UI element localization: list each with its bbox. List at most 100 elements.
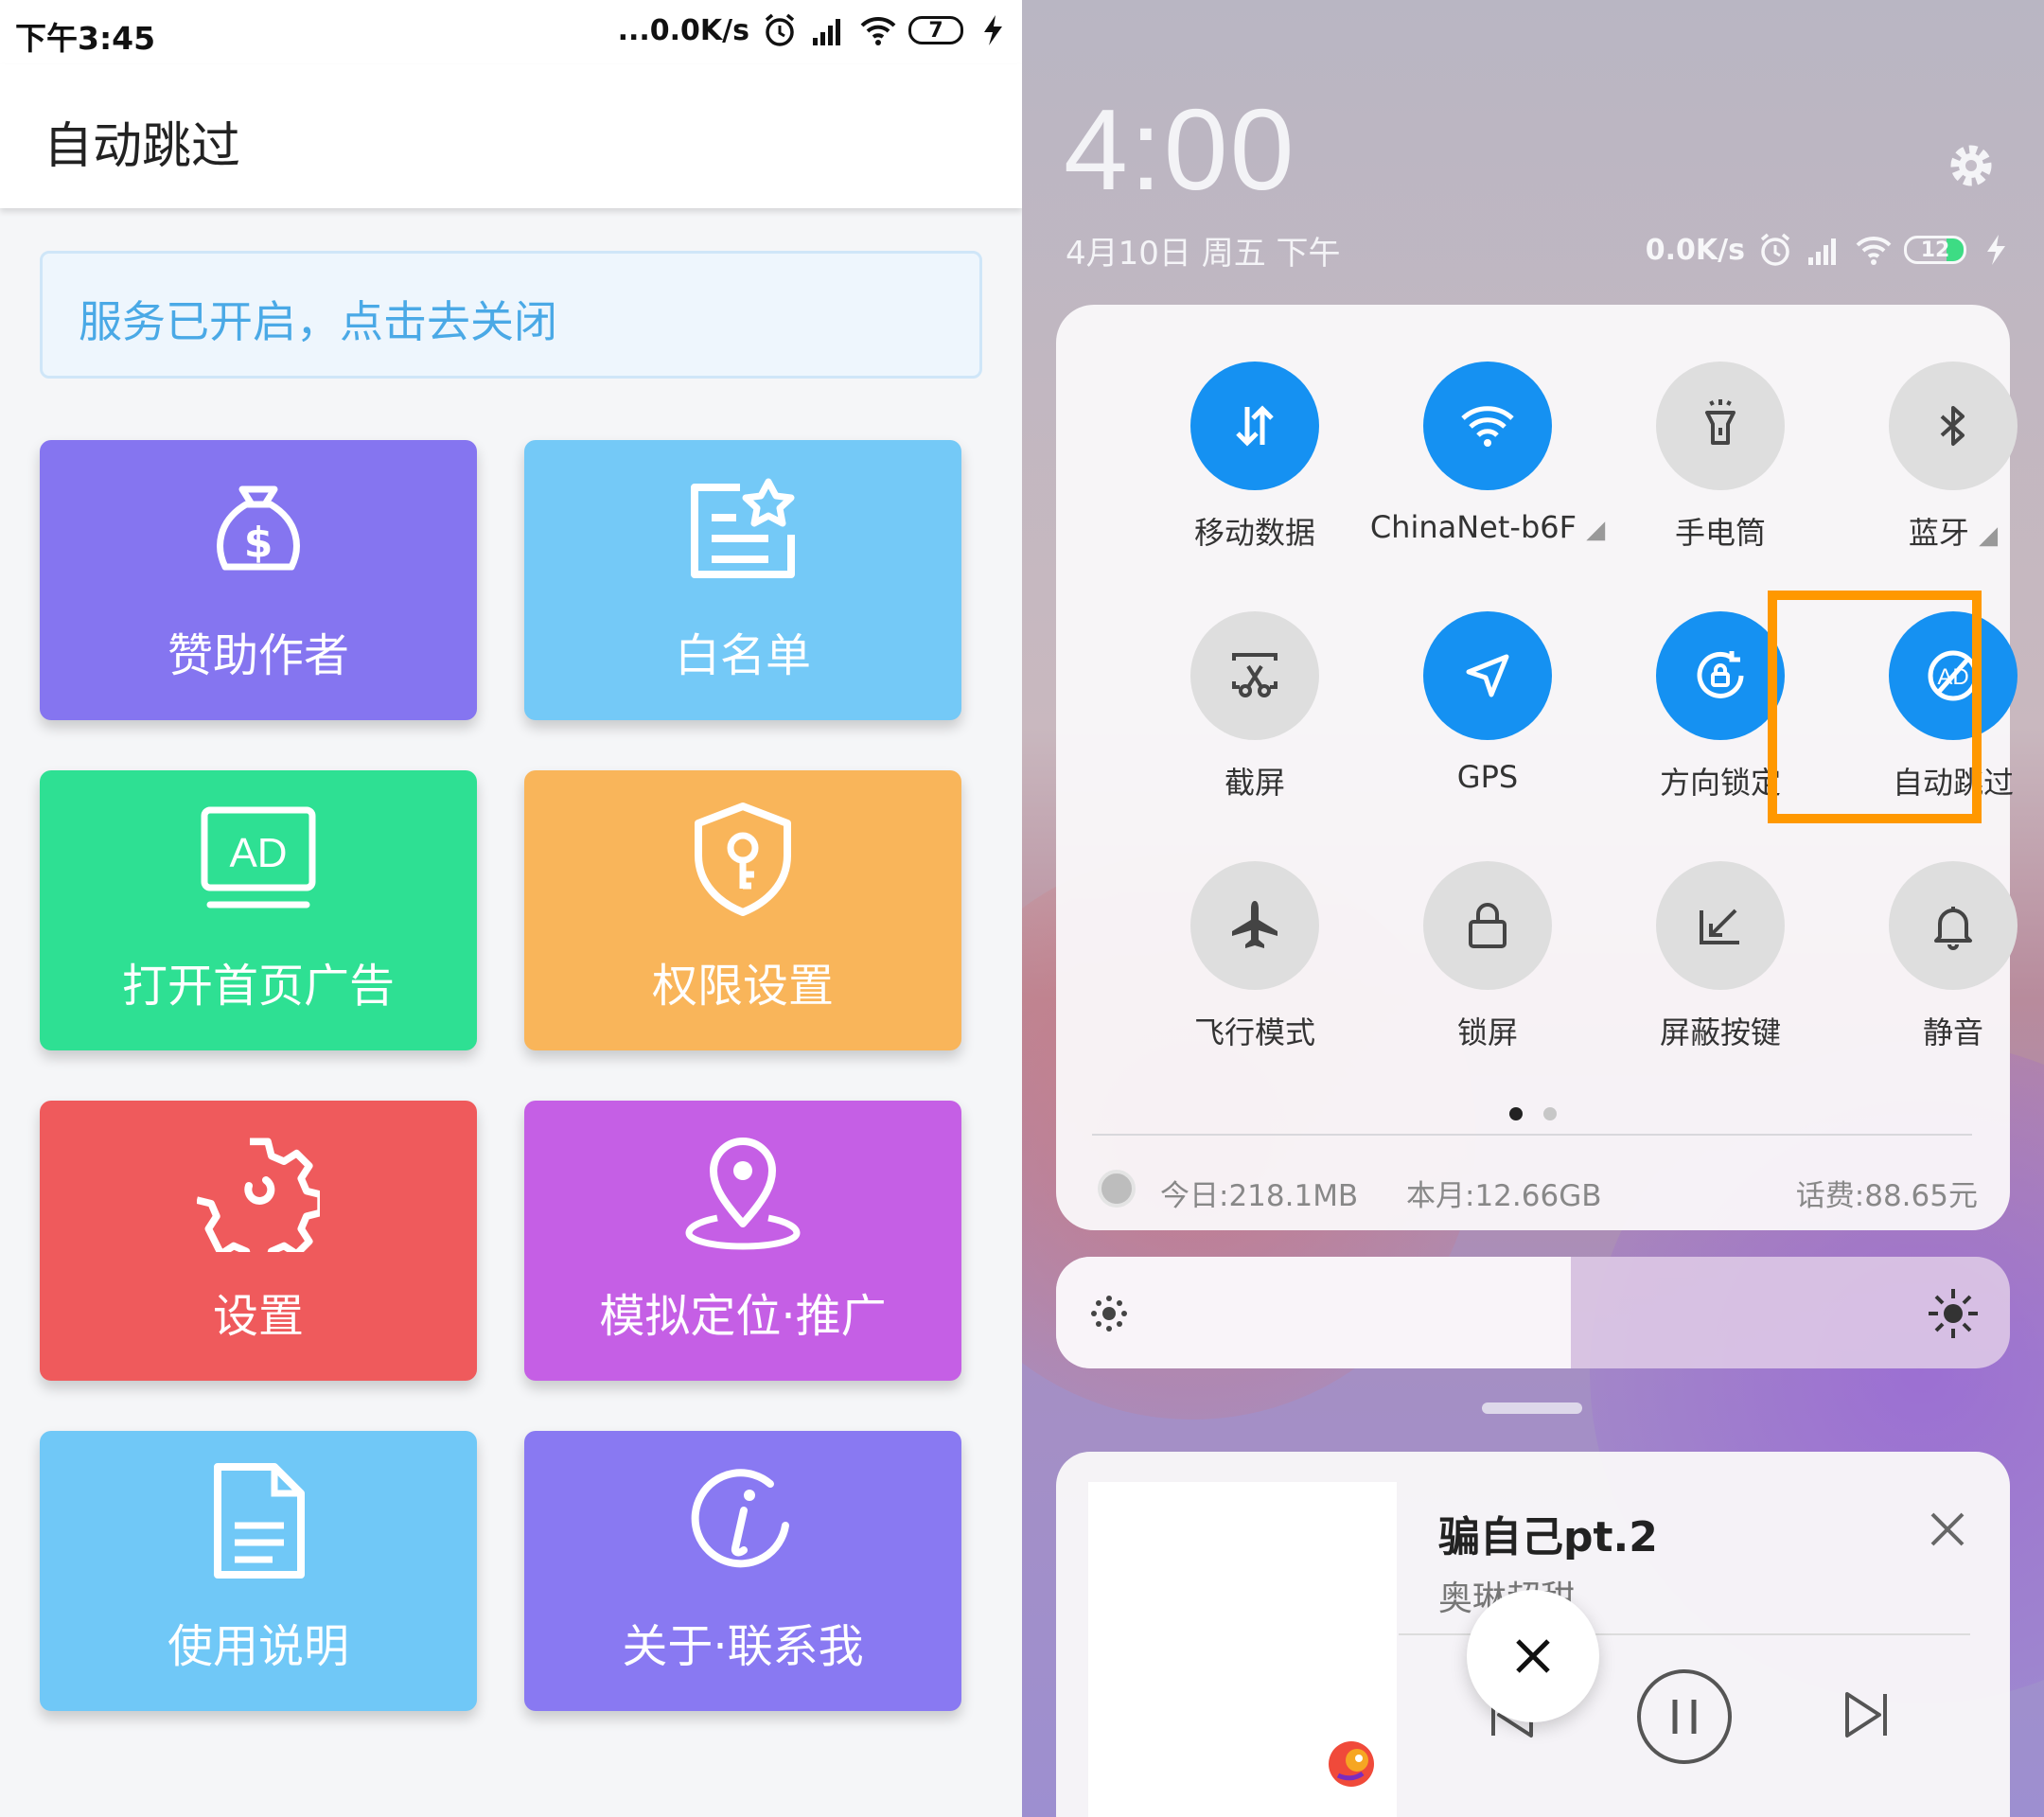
shield-key-icon (695, 803, 791, 916)
data-usage-ring-icon (1098, 1170, 1136, 1208)
data-usage-row[interactable]: 今日:218.1MB 本月:12.66GB 话费:88.65元 (1098, 1164, 1978, 1213)
page-dot (1543, 1107, 1557, 1120)
toggle-label: 移动数据 (1193, 515, 1315, 551)
signal-icon (813, 19, 840, 45)
highlight-box (1768, 591, 1982, 823)
screenshot-icon (1232, 653, 1278, 697)
expand-arrow-icon: ◢ (1979, 521, 1999, 550)
gps-icon (1466, 654, 1509, 697)
toggle-label: 飞行模式 (1193, 1014, 1315, 1050)
document-icon (214, 1463, 305, 1579)
svg-text:$: $ (244, 519, 273, 567)
tile-label: 权限设置 (651, 960, 834, 1013)
status-bar: 下午3:45 ...0.0K/s 7 (0, 0, 1022, 64)
toggle-label: 手电筒 (1674, 515, 1766, 551)
toggle-flashlight[interactable]: 手电筒 (1616, 362, 1824, 589)
today-usage: 今日:218.1MB (1160, 1179, 1359, 1213)
tile-label: 模拟定位·推广 (599, 1290, 887, 1343)
status-indicators: ...0.0K/s 7 (618, 11, 1013, 49)
music-app-logo-icon (1329, 1741, 1374, 1787)
bluetooth-icon (1940, 406, 1965, 446)
settings-gear-icon[interactable] (1944, 138, 1999, 193)
toggle-bluetooth[interactable]: 蓝牙 ◢ (1849, 362, 2044, 589)
bell-icon (1934, 907, 1972, 950)
media-close-icon[interactable] (1927, 1508, 1968, 1550)
pause-icon[interactable] (1635, 1667, 1734, 1766)
ad-icon: AD (201, 806, 316, 908)
toggle-mobile-data[interactable]: 移动数据 (1151, 362, 1359, 589)
tile-label: 使用说明 (167, 1620, 349, 1673)
battery-indicator: 12 (1904, 236, 1966, 264)
date-text: 4月10日 周五 下午 (1066, 235, 1341, 273)
info-icon (691, 1469, 789, 1568)
location-pin-icon (685, 1138, 801, 1250)
alarm-icon (1760, 233, 1790, 266)
toggle-label: GPS (1456, 759, 1519, 795)
toggle-airplane-mode[interactable]: 飞行模式 (1151, 861, 1359, 1088)
brightness-fill (1056, 1257, 1572, 1368)
month-usage: 本月:12.66GB (1406, 1179, 1602, 1213)
toggle-label: 锁屏 (1456, 1014, 1518, 1050)
mobile-data-icon (1236, 405, 1274, 447)
airplane-icon (1232, 901, 1278, 948)
wifi-status-icon (860, 16, 896, 45)
toggle-label: 截屏 (1224, 765, 1285, 801)
wifi-status-icon (1856, 236, 1892, 265)
network-speed: ...0.0K/s (617, 13, 749, 47)
whitelist-tile[interactable]: 白名单 (524, 440, 961, 720)
toggle-label: 静音 (1922, 1014, 1983, 1050)
mock-location-tile[interactable]: 模拟定位·推广 (524, 1101, 961, 1381)
battery-indicator: 7 (908, 16, 963, 44)
clock: 4:00 (1064, 85, 1296, 214)
permission-settings-tile[interactable]: 权限设置 (524, 770, 961, 1050)
status-time: 下午3:45 (15, 20, 156, 57)
lock-icon (1469, 903, 1507, 948)
song-title: 骗自己pt.2 (1438, 1513, 1658, 1561)
brightness-slider[interactable] (1056, 1257, 2010, 1368)
network-speed: 0.0K/s (1645, 233, 1745, 267)
app-screen: 下午3:45 ...0.0K/s 7 自动跳过 服务已开启，点击去关闭 $ 赞助… (0, 0, 1022, 1817)
notification-shade: 4:00 4月10日 周五 下午 0.0K/s 12 移动数据 ChinaNet… (1022, 0, 2044, 1817)
charging-icon (1987, 235, 2005, 265)
alarm-icon (765, 13, 795, 46)
phone-fee: 话费:88.65元 (1795, 1179, 1978, 1213)
album-art (1088, 1482, 1397, 1817)
money-bag-icon: $ (217, 485, 300, 571)
toggle-gps[interactable]: GPS (1383, 611, 1592, 838)
toggle-block-keys[interactable]: 屏蔽按键 (1616, 861, 1824, 1088)
charging-icon (984, 15, 1002, 45)
service-status-button[interactable]: 服务已开启，点击去关闭 (40, 251, 982, 379)
usage-guide-tile[interactable]: 使用说明 (40, 1431, 477, 1711)
signal-icon (1808, 238, 1836, 265)
page-title: 自动跳过 (44, 118, 241, 175)
page-dot-active (1509, 1107, 1523, 1120)
service-status-text: 服务已开启，点击去关闭 (79, 296, 557, 347)
divider (1092, 1134, 1972, 1136)
app-bar: 自动跳过 (0, 64, 1022, 208)
toggle-wifi[interactable]: ChinaNet-b6F ◢ (1370, 362, 1605, 589)
svg-text:AD: AD (229, 830, 287, 876)
toggle-mute[interactable]: 静音 (1849, 861, 2044, 1088)
shade-status-indicators: 0.0K/s 12 (1646, 231, 2016, 269)
flashlight-icon (1705, 399, 1736, 445)
drag-handle[interactable] (1482, 1402, 1582, 1414)
rotation-lock-icon (1697, 651, 1744, 698)
whitelist-icon (691, 478, 795, 578)
floating-close-button[interactable] (1467, 1590, 1599, 1722)
toggle-label: 屏蔽按键 (1659, 1014, 1781, 1050)
toggle-label: 蓝牙 ◢ (1908, 515, 1999, 551)
gear-icon (197, 1138, 320, 1252)
sponsor-author-tile[interactable]: $ 赞助作者 (40, 440, 477, 720)
tile-label: 关于·联系我 (622, 1620, 864, 1673)
brightness-high-icon (1929, 1289, 1978, 1338)
toggle-screenshot[interactable]: 截屏 (1151, 611, 1359, 838)
open-home-ad-tile[interactable]: AD 打开首页广告 (40, 770, 477, 1050)
next-track-icon[interactable] (1838, 1686, 1894, 1743)
page-indicator (1056, 1107, 2010, 1120)
wifi-icon (1461, 406, 1514, 447)
settings-tile[interactable]: 设置 (40, 1101, 477, 1381)
tile-label: 打开首页广告 (121, 960, 395, 1013)
toggle-lock-screen[interactable]: 锁屏 (1383, 861, 1592, 1088)
screen: 下午3:45 ...0.0K/s 7 自动跳过 服务已开启，点击去关闭 $ 赞助… (0, 0, 2044, 1817)
about-contact-tile[interactable]: 关于·联系我 (524, 1431, 961, 1711)
